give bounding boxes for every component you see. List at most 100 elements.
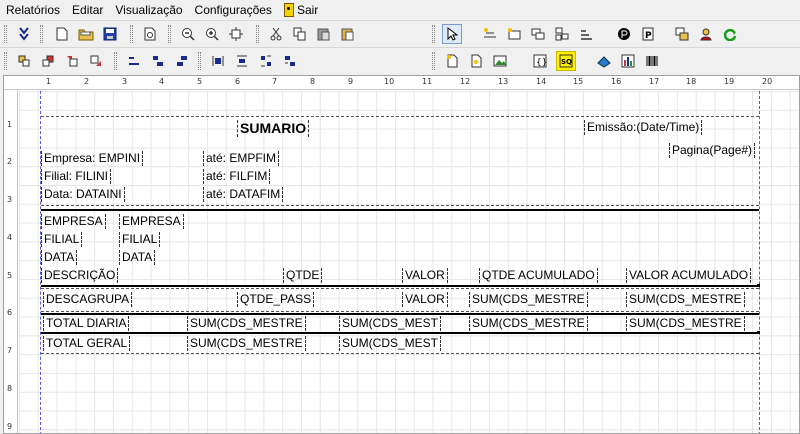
insert-sql-icon[interactable]: SQ: [556, 51, 576, 71]
header-data-value[interactable]: DATA: [119, 250, 156, 265]
header-data-label[interactable]: DATA: [41, 250, 78, 265]
save-icon[interactable]: [100, 24, 120, 44]
column-qtde-acumulado[interactable]: QTDE ACUMULADO: [479, 268, 598, 283]
align-left-icon[interactable]: [14, 51, 34, 71]
align-right-icon[interactable]: [38, 51, 58, 71]
menu-configuracoes[interactable]: Configurações: [189, 1, 278, 19]
bring-forward-icon[interactable]: [172, 51, 192, 71]
band-separator: [41, 332, 759, 334]
copy-icon[interactable]: [290, 24, 310, 44]
user-icon[interactable]: [696, 24, 716, 44]
menu-editar[interactable]: Editar: [66, 1, 109, 19]
cut-icon[interactable]: [266, 24, 286, 44]
data-ate-field[interactable]: até: DATAFIM: [203, 187, 284, 202]
detail-descagrupa[interactable]: DESCAGRUPA: [43, 292, 133, 307]
ruler-mark: 3: [7, 195, 13, 204]
band-boundary: [41, 116, 759, 117]
column-descricao[interactable]: DESCRIÇÃO: [41, 268, 119, 283]
zoom-fit-icon[interactable]: [226, 24, 246, 44]
empresa-de-field[interactable]: Empresa: EMPINI: [41, 151, 144, 166]
equal-size-icon[interactable]: [280, 51, 300, 71]
ruler-mark: 5: [7, 271, 13, 280]
paste-special-icon[interactable]: [338, 24, 358, 44]
emissao-field[interactable]: Emissão:(Date/Time): [584, 120, 703, 135]
insert-page-icon[interactable]: [442, 51, 462, 71]
insert-shape-icon[interactable]: [594, 51, 614, 71]
insert-barcode-icon[interactable]: [642, 51, 662, 71]
detail-sum-qtde[interactable]: SUM(CDS_MESTRE: [469, 292, 588, 307]
insert-multi-icon[interactable]: [552, 24, 572, 44]
space-h-icon[interactable]: [232, 51, 252, 71]
total-geral-sum-2[interactable]: SUM(CDS_MEST: [339, 336, 442, 351]
align-front-icon[interactable]: [62, 51, 82, 71]
insert-field-icon[interactable]: [504, 24, 524, 44]
svg-text:P: P: [645, 31, 652, 41]
total-diaria-sum-3[interactable]: SUM(CDS_MESTRE: [469, 316, 588, 331]
open-folder-icon[interactable]: [76, 24, 96, 44]
filial-ate-field[interactable]: até: FILFIM: [203, 169, 271, 184]
insert-image-icon[interactable]: [490, 51, 510, 71]
refresh-icon[interactable]: [720, 24, 740, 44]
header-empresa-label[interactable]: EMPRESA: [41, 214, 106, 229]
column-valor-acumulado[interactable]: VALOR ACUMULADO: [626, 268, 752, 283]
toolbar-row-2: {} SQ: [0, 49, 800, 73]
compile-down-icon[interactable]: [14, 24, 34, 44]
paste-icon[interactable]: [314, 24, 334, 44]
distribute-h-icon[interactable]: [124, 51, 144, 71]
report-page[interactable]: SUMARIO Emissão:(Date/Time) Pagina(Page#…: [19, 91, 799, 433]
pagina-field[interactable]: Pagina(Page#): [669, 143, 756, 158]
filial-de-field[interactable]: Filial: FILINI: [41, 169, 112, 184]
send-back-icon[interactable]: [208, 51, 228, 71]
total-diaria-sum-1[interactable]: SUM(CDS_MESTRE: [187, 316, 306, 331]
report-title[interactable]: SUMARIO: [237, 120, 310, 137]
print-preview-icon[interactable]: [140, 24, 160, 44]
header-filial-label[interactable]: FILIAL: [41, 232, 83, 247]
ruler-mark: 3: [122, 77, 128, 86]
column-qtde[interactable]: QTDE: [283, 268, 323, 283]
zoom-out-icon[interactable]: [178, 24, 198, 44]
total-geral-label[interactable]: TOTAL GERAL: [43, 336, 131, 351]
band-boundary: [41, 288, 759, 289]
detail-qtde-pass[interactable]: QTDE_PASS: [237, 292, 315, 307]
zoom-in-icon[interactable]: [202, 24, 222, 44]
toolbar-grip[interactable]: [4, 25, 7, 43]
new-document-icon[interactable]: [52, 24, 72, 44]
total-geral-sum-1[interactable]: SUM(CDS_MESTRE: [187, 336, 306, 351]
empresa-ate-field[interactable]: até: EMPFIM: [203, 151, 280, 166]
align-back-icon[interactable]: [86, 51, 106, 71]
band-icon[interactable]: [672, 24, 692, 44]
total-diaria-sum-2[interactable]: SUM(CDS_MEST: [339, 316, 442, 331]
svg-text:SQ: SQ: [561, 58, 572, 66]
header-filial-value[interactable]: FILIAL: [119, 232, 161, 247]
ruler-mark: 6: [7, 308, 13, 317]
horizontal-ruler: 1 2 3 4 5 6 7 8 9 10 11 12 13 14 15 16 1…: [4, 76, 799, 90]
menu-sair[interactable]: Sair: [278, 1, 324, 19]
exit-door-icon: [283, 3, 294, 17]
data-de-field[interactable]: Data: DATAINI: [41, 187, 125, 202]
ruler-mark: 8: [7, 384, 13, 393]
page-property-icon[interactable]: P: [638, 24, 658, 44]
detail-valor[interactable]: VALOR: [402, 292, 448, 307]
insert-sub-icon[interactable]: [466, 51, 486, 71]
distribute-v-icon[interactable]: [148, 51, 168, 71]
space-v-icon[interactable]: [256, 51, 276, 71]
total-diaria-label[interactable]: TOTAL DIARIA: [43, 316, 130, 331]
select-arrow-icon[interactable]: [442, 24, 462, 44]
insert-chart-icon[interactable]: [618, 51, 638, 71]
report-design-area[interactable]: 1 2 3 4 5 6 7 8 9 10 11 12 13 14 15 16 1…: [3, 75, 800, 434]
data-source-icon[interactable]: [614, 24, 634, 44]
insert-group-icon[interactable]: [528, 24, 548, 44]
total-diaria-sum-4[interactable]: SUM(CDS_MESTRE: [626, 316, 745, 331]
ruler-mark: 15: [573, 77, 584, 86]
menu-visualizacao[interactable]: Visualização: [109, 1, 188, 19]
detail-sum-valor[interactable]: SUM(CDS_MESTRE: [626, 292, 745, 307]
column-valor[interactable]: VALOR: [402, 268, 448, 283]
ruler-mark: 18: [686, 77, 697, 86]
insert-line-icon[interactable]: [576, 24, 596, 44]
ruler-mark: 8: [310, 77, 316, 86]
insert-label-icon[interactable]: [480, 24, 500, 44]
menu-relatorios[interactable]: Relatórios: [0, 1, 66, 19]
insert-expression-icon[interactable]: {}: [530, 51, 550, 71]
ruler-mark: 4: [7, 233, 13, 242]
header-empresa-value[interactable]: EMPRESA: [119, 214, 184, 229]
